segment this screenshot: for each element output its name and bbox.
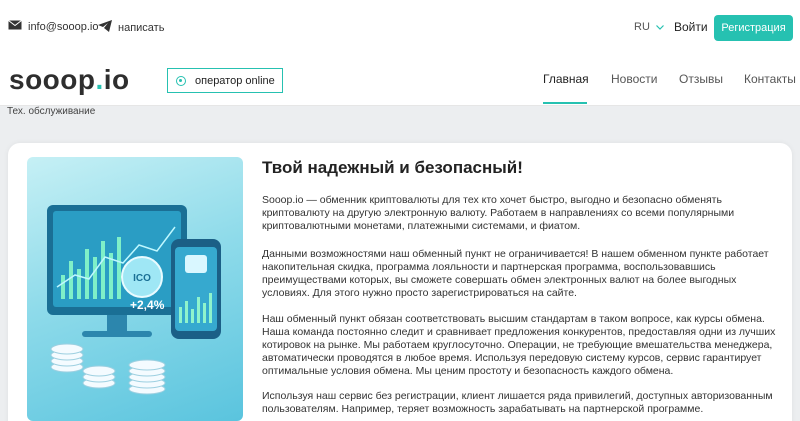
email-text: info@sooop.io bbox=[28, 20, 99, 33]
email-link[interactable]: info@sooop.io bbox=[8, 20, 99, 33]
top-bar: info@sooop.io написать RU Войти Регистра… bbox=[0, 0, 800, 56]
envelope-icon bbox=[8, 20, 22, 33]
language-value: RU bbox=[634, 21, 650, 33]
telegram-icon bbox=[98, 20, 112, 35]
maintenance-label: Тех. обслуживание bbox=[7, 106, 96, 117]
paragraph-2: Данными возможностями наш обменный пункт… bbox=[262, 248, 769, 299]
write-link[interactable]: написать bbox=[98, 20, 164, 35]
nav-active-underline bbox=[543, 102, 587, 104]
nav-news[interactable]: Новости bbox=[611, 72, 657, 86]
operator-status-text: оператор online bbox=[195, 74, 275, 87]
language-selector[interactable]: RU bbox=[634, 21, 664, 33]
nav-reviews[interactable]: Отзывы bbox=[679, 72, 723, 86]
paragraph-4: Используя наш сервис без регистрации, кл… bbox=[262, 390, 773, 415]
main-header: sooop.io оператор online Главная Новости… bbox=[0, 56, 800, 106]
logo-dot: . bbox=[95, 64, 104, 95]
ico-badge-text: ICO bbox=[133, 273, 151, 284]
hero-illustration: ICO +2,4% bbox=[27, 157, 243, 421]
nav-contacts[interactable]: Контакты bbox=[744, 72, 796, 86]
register-button[interactable]: Регистрация bbox=[714, 15, 793, 41]
write-text: написать bbox=[118, 21, 165, 34]
online-indicator-icon bbox=[176, 75, 186, 86]
logo-tld: io bbox=[103, 64, 130, 95]
operator-status-box[interactable]: оператор online bbox=[167, 68, 283, 93]
nav-home[interactable]: Главная bbox=[543, 72, 589, 86]
paragraph-3: Наш обменный пункт обязан соответствоват… bbox=[262, 313, 776, 377]
chevron-down-icon bbox=[655, 21, 664, 33]
percent-text: +2,4% bbox=[130, 298, 165, 312]
paragraph-1: Sooop.io — обменник криптовалюты для тех… bbox=[262, 194, 735, 232]
site-logo[interactable]: sooop.io bbox=[9, 64, 130, 96]
logo-main: sooop bbox=[9, 64, 96, 95]
login-link[interactable]: Войти bbox=[674, 20, 708, 34]
content-title: Твой надежный и безопасный! bbox=[262, 158, 523, 177]
